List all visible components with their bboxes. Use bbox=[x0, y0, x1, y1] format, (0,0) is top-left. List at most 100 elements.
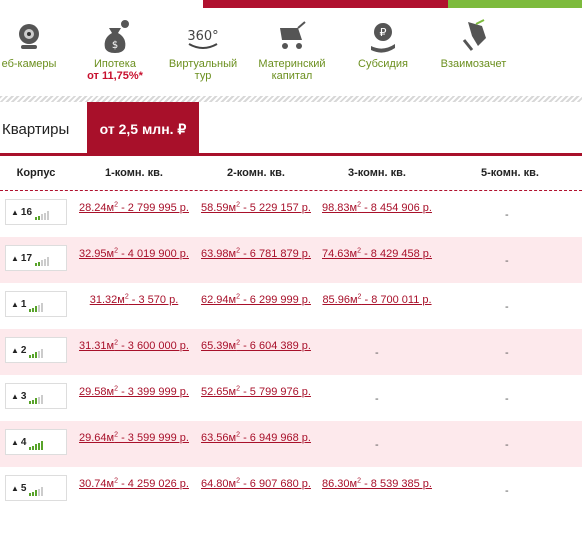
signal-bars-icon bbox=[29, 301, 44, 312]
keys-icon bbox=[462, 19, 486, 51]
korpus-selector[interactable]: ▲ 1 bbox=[5, 291, 67, 317]
apartment-price: - 8 539 385 р. bbox=[361, 477, 432, 490]
apartment-cell: 74.63м2 - 8 429 458 р. bbox=[315, 245, 439, 260]
header-korpus: Корпус bbox=[16, 167, 56, 179]
apartment-area: 62.94м bbox=[201, 293, 237, 306]
apartment-link[interactable]: 31.32м2 - 3 570 р. bbox=[89, 293, 179, 306]
top-green-button-edge[interactable] bbox=[448, 0, 582, 8]
mortgage-rate: от 11,75%* bbox=[87, 70, 143, 82]
360-icon: 360° bbox=[187, 29, 219, 49]
apartment-link[interactable]: 29.64м2 - 3 599 999 р. bbox=[79, 431, 189, 444]
feature-label: Материнский капитал bbox=[258, 58, 326, 82]
header-5room: 5-комн. кв. bbox=[481, 167, 539, 179]
empty-cell-dash: - bbox=[505, 439, 509, 451]
apartment-area: 65.39м bbox=[201, 339, 237, 352]
signal-bars-icon bbox=[29, 485, 44, 496]
korpus-selector[interactable]: ▲ 3 bbox=[5, 383, 67, 409]
signal-bar bbox=[41, 260, 44, 266]
empty-cell-dash: - bbox=[375, 393, 379, 405]
korpus-selector[interactable]: ▲ 16 bbox=[5, 199, 67, 225]
korpus-selector[interactable]: ▲ 2 bbox=[5, 337, 67, 363]
signal-bar bbox=[38, 488, 41, 496]
feature-subsidy[interactable]: ₽ Субсидия bbox=[348, 16, 418, 70]
price-badge: от 2,5 млн. ₽ bbox=[87, 102, 199, 154]
apartment-area: 74.63м bbox=[322, 247, 358, 260]
triangle-up-icon: ▲ bbox=[11, 484, 19, 493]
korpus-number: 4 bbox=[20, 437, 27, 448]
apartment-price: - 5 229 157 р. bbox=[240, 201, 311, 214]
signal-bar bbox=[35, 352, 38, 358]
apartment-cell: 65.39м2 - 6 604 389 р. bbox=[194, 337, 318, 352]
feature-maternity-capital[interactable]: Материнский капитал bbox=[252, 16, 332, 82]
apartment-price: - 4 259 026 р. bbox=[118, 477, 189, 490]
apartment-area: 32.95м bbox=[79, 247, 115, 260]
baby-stroller-icon bbox=[280, 21, 306, 49]
signal-bar bbox=[41, 395, 44, 404]
apartment-link[interactable]: 62.94м2 - 6 299 999 р. bbox=[201, 293, 311, 306]
svg-text:$: $ bbox=[112, 40, 118, 51]
apartment-link[interactable]: 63.56м2 - 6 949 968 р. bbox=[201, 431, 311, 444]
apartment-price: - 3 570 р. bbox=[128, 293, 179, 306]
feature-mortgage[interactable]: $ Ипотека от 11,75%* bbox=[80, 16, 150, 82]
feature-virtual-tour[interactable]: 360° Виртуальный тур bbox=[163, 16, 243, 82]
feature-label: Субсидия bbox=[358, 58, 408, 70]
apartment-price: - 6 907 680 р. bbox=[240, 477, 311, 490]
signal-bar bbox=[41, 441, 44, 450]
apartment-link[interactable]: 64.80м2 - 6 907 680 р. bbox=[201, 477, 311, 490]
table-body: ▲ 16 28.24м2 - 2 799 995 р. 58.59м2 - 5 229… bbox=[0, 191, 582, 513]
signal-bar bbox=[38, 304, 41, 312]
feature-webcams[interactable]: еб-камеры bbox=[0, 16, 64, 70]
table-header: Корпус 1-комн. кв. 2-комн. кв. 3-комн. к… bbox=[0, 156, 582, 191]
table-row: ▲ 3 29.58м2 - 3 399 999 р. 52.65м2 - 5 799 … bbox=[0, 375, 582, 421]
signal-bars-icon bbox=[29, 347, 44, 358]
signal-bar bbox=[47, 257, 50, 266]
apartment-link[interactable]: 52.65м2 - 5 799 976 р. bbox=[201, 385, 311, 398]
apartment-link[interactable]: 30.74м2 - 4 259 026 р. bbox=[79, 477, 189, 490]
korpus-selector[interactable]: ▲ 4 bbox=[5, 429, 67, 455]
top-red-button-edge[interactable] bbox=[203, 0, 448, 8]
apartment-area: 28.24м bbox=[79, 201, 115, 214]
triangle-up-icon: ▲ bbox=[11, 392, 19, 401]
signal-bar bbox=[32, 353, 35, 358]
apartment-link[interactable]: 98.83м2 - 8 454 906 р. bbox=[322, 201, 432, 214]
empty-cell-dash: - bbox=[375, 347, 379, 359]
apartment-link[interactable]: 32.95м2 - 4 019 900 р. bbox=[79, 247, 189, 260]
feature-offset[interactable]: Взаимозачет bbox=[431, 16, 516, 70]
apartment-area: 58.59м bbox=[201, 201, 237, 214]
apartment-cell: 64.80м2 - 6 907 680 р. bbox=[194, 475, 318, 490]
apartment-area: 31.32м bbox=[89, 293, 125, 306]
triangle-up-icon: ▲ bbox=[11, 208, 19, 217]
apartment-link[interactable]: 31.31м2 - 3 600 000 р. bbox=[79, 339, 189, 352]
apartment-price: - 6 781 879 р. bbox=[240, 247, 311, 260]
signal-bar bbox=[29, 493, 32, 496]
signal-bar bbox=[35, 490, 38, 496]
korpus-selector[interactable]: ▲ 5 bbox=[5, 475, 67, 501]
apartment-cell: 85.96м2 - 8 700 011 р. bbox=[315, 291, 439, 306]
apartment-link[interactable]: 74.63м2 - 8 429 458 р. bbox=[322, 247, 432, 260]
apartment-link[interactable]: 86.30м2 - 8 539 385 р. bbox=[322, 477, 432, 490]
svg-text:360°: 360° bbox=[187, 29, 218, 44]
apartment-area: 31.31м bbox=[79, 339, 115, 352]
feature-label: Виртуальный тур bbox=[168, 58, 238, 82]
apartment-cell: 31.32м2 - 3 570 р. bbox=[72, 291, 196, 306]
money-bag-icon: $ bbox=[104, 20, 129, 53]
empty-cell-dash: - bbox=[375, 439, 379, 451]
apartment-link[interactable]: 65.39м2 - 6 604 389 р. bbox=[201, 339, 311, 352]
apartment-price: - 6 604 389 р. bbox=[240, 339, 311, 352]
apartment-link[interactable]: 63.98м2 - 6 781 879 р. bbox=[201, 247, 311, 260]
signal-bar bbox=[41, 487, 44, 496]
apartment-link[interactable]: 58.59м2 - 5 229 157 р. bbox=[201, 201, 311, 214]
apartment-price: - 4 019 900 р. bbox=[118, 247, 189, 260]
apartment-link[interactable]: 85.96м2 - 8 700 011 р. bbox=[322, 293, 431, 306]
apartment-price: - 3 600 000 р. bbox=[118, 339, 189, 352]
signal-bar bbox=[38, 396, 41, 404]
signal-bar bbox=[35, 306, 38, 312]
feature-label: Ипотека bbox=[94, 58, 136, 70]
apartment-cell: 31.31м2 - 3 600 000 р. bbox=[72, 337, 196, 352]
signal-bar bbox=[29, 447, 32, 450]
apartment-link[interactable]: 29.58м2 - 3 399 999 р. bbox=[79, 385, 189, 398]
apartment-area: 63.56м bbox=[201, 431, 237, 444]
table-row: ▲ 16 28.24м2 - 2 799 995 р. 58.59м2 - 5 229… bbox=[0, 191, 582, 237]
korpus-selector[interactable]: ▲ 17 bbox=[5, 245, 67, 271]
apartment-link[interactable]: 28.24м2 - 2 799 995 р. bbox=[79, 201, 189, 214]
